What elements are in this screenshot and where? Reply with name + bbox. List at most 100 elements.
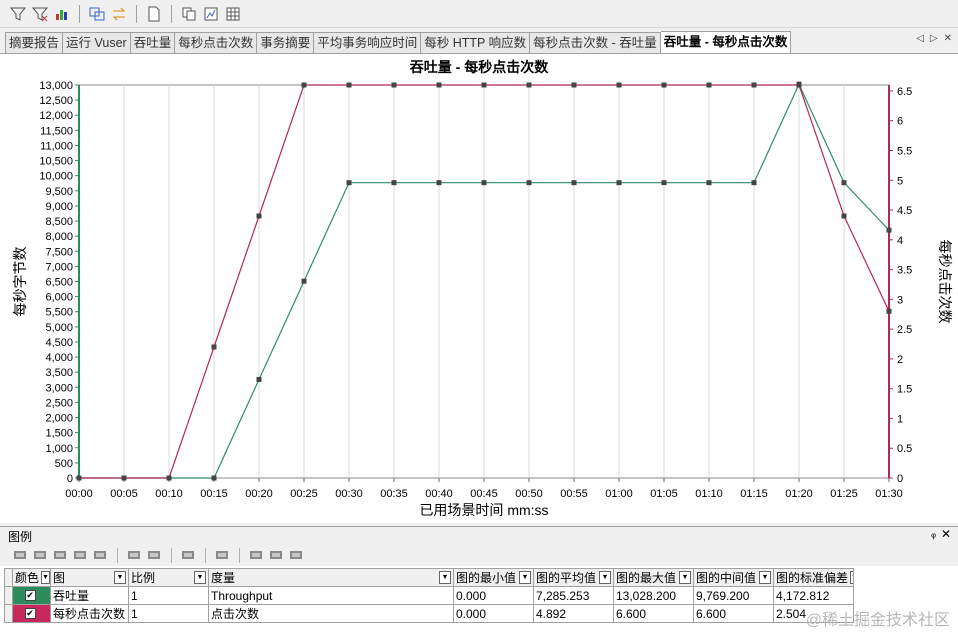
legend-toolbar-separator bbox=[117, 547, 118, 563]
legend-row[interactable]: ✔ 吞吐量 1 Throughput 0.000 7,285.253 13,028.200 9… bbox=[4, 586, 854, 605]
arrange-icon[interactable] bbox=[126, 548, 143, 562]
dropdown-icon[interactable]: ▼ bbox=[41, 571, 50, 584]
tab-6[interactable]: 每秒 HTTP 响应数 bbox=[421, 32, 531, 53]
data-point-1 bbox=[121, 475, 127, 481]
column-header[interactable]: 图的最小值 ▼ bbox=[453, 568, 534, 587]
filter-icon[interactable] bbox=[8, 4, 28, 24]
tab-0[interactable]: 摘要报告 bbox=[5, 32, 64, 53]
series-color-swatch[interactable]: ✔ bbox=[12, 586, 51, 605]
legend-header-row: 颜色 ▼ 图 ▼ 比例 ▼ 度量 ▼ 图的最小值 ▼ 图的平均值 ▼ 图的最大值 ▼ 图的中间值 ▼ 图的标准偏… bbox=[4, 568, 854, 587]
y-tick-label-right: 0 bbox=[897, 473, 903, 485]
tab-next-icon[interactable]: ▷ bbox=[930, 33, 938, 44]
y-tick-label-right: 2 bbox=[897, 354, 903, 366]
main-toolbar bbox=[0, 0, 958, 28]
arrange-icon-2[interactable] bbox=[146, 548, 163, 562]
x-tick-label: 00:30 bbox=[335, 488, 363, 500]
x-tick-label: 00:05 bbox=[110, 488, 138, 500]
dropdown-icon[interactable]: ▼ bbox=[114, 571, 126, 584]
tab-7[interactable]: 每秒点击次数 - 吞吐量 bbox=[530, 32, 661, 53]
dropdown-icon[interactable]: ▼ bbox=[850, 571, 853, 584]
show-icon[interactable] bbox=[32, 548, 49, 562]
row-selector[interactable] bbox=[4, 604, 13, 623]
merge-graphs-icon[interactable] bbox=[52, 4, 72, 24]
column-header[interactable]: 比例 ▼ bbox=[128, 568, 209, 587]
column-header[interactable]: 图的中间值 ▼ bbox=[693, 568, 774, 587]
format-icon[interactable] bbox=[248, 548, 265, 562]
legend-title: 图例 bbox=[8, 530, 33, 544]
y-tick-label-left: 11,000 bbox=[40, 140, 73, 152]
column-header[interactable]: 图的最大值 ▼ bbox=[613, 568, 694, 587]
dropdown-icon[interactable]: ▼ bbox=[439, 571, 451, 584]
data-point-0 bbox=[661, 180, 667, 186]
columns-icon[interactable] bbox=[214, 548, 231, 562]
grid-icon[interactable] bbox=[223, 4, 243, 24]
visibility-checkbox[interactable]: ✔ bbox=[24, 608, 36, 619]
tab-prev-icon[interactable]: ◁ bbox=[916, 33, 924, 44]
legend-cell-measure: Throughput bbox=[208, 586, 454, 605]
column-header[interactable]: 图 ▼ bbox=[50, 568, 129, 587]
data-point-0 bbox=[436, 180, 442, 186]
legend-grid: 颜色 ▼ 图 ▼ 比例 ▼ 度量 ▼ 图的最小值 ▼ 图的平均值 ▼ 图的最大值 ▼ 图的中间值 ▼ 图的标准偏… bbox=[0, 566, 958, 633]
x-tick-label: 00:20 bbox=[245, 488, 273, 500]
data-point-1 bbox=[751, 82, 757, 88]
x-tick-label: 00:00 bbox=[65, 488, 93, 500]
y-tick-label-left: 8,500 bbox=[45, 216, 73, 228]
y-tick-label-left: 13,000 bbox=[39, 80, 73, 92]
link-icon[interactable] bbox=[72, 548, 89, 562]
y-tick-label-left: 9,000 bbox=[45, 201, 73, 213]
row-selector[interactable] bbox=[4, 586, 13, 605]
tab-5[interactable]: 平均事务响应时间 bbox=[314, 32, 422, 53]
copy-icon[interactable] bbox=[179, 4, 199, 24]
tab-1[interactable]: 运行 Vuser bbox=[63, 32, 131, 53]
x-tick-label: 00:55 bbox=[560, 488, 588, 500]
close-icon[interactable]: ✕ bbox=[941, 527, 951, 541]
config-icon[interactable] bbox=[12, 548, 29, 562]
pin-icon[interactable]: ᵩ bbox=[931, 528, 936, 540]
export-icon[interactable] bbox=[201, 4, 221, 24]
y-tick-label-right: 5 bbox=[897, 175, 903, 187]
y-tick-label-left: 2,500 bbox=[45, 397, 73, 409]
visibility-checkbox[interactable]: ✔ bbox=[24, 590, 36, 601]
format-icon-3[interactable] bbox=[288, 548, 305, 562]
x-tick-label: 00:35 bbox=[380, 488, 408, 500]
page-icon[interactable] bbox=[144, 4, 164, 24]
format-icon-2[interactable] bbox=[268, 548, 285, 562]
compare-icon[interactable] bbox=[87, 4, 107, 24]
tab-3[interactable]: 每秒点击次数 bbox=[175, 32, 258, 53]
data-point-1 bbox=[211, 344, 217, 350]
y-tick-label-right: 1.5 bbox=[897, 384, 912, 396]
throughput-hits-chart[interactable]: 吞吐量 - 每秒点击次数 0 500 1,000 1,500 2,000 2,500 3,00… bbox=[0, 54, 958, 524]
y-tick-label-right: 4.5 bbox=[897, 205, 912, 217]
swap-icon[interactable] bbox=[109, 4, 129, 24]
filter-clear-icon[interactable] bbox=[30, 4, 50, 24]
y-tick-label-left: 10,000 bbox=[39, 171, 73, 183]
tab-close-icon[interactable]: ✕ bbox=[944, 33, 952, 44]
dropdown-icon[interactable]: ▼ bbox=[194, 571, 206, 584]
data-point-1 bbox=[706, 82, 712, 88]
hide-icon[interactable] bbox=[52, 548, 69, 562]
sort-icon[interactable] bbox=[180, 548, 197, 562]
y-tick-label-left: 5,500 bbox=[45, 307, 73, 319]
dropdown-icon[interactable]: ▼ bbox=[679, 571, 691, 584]
tab-8[interactable]: 吞吐量 - 每秒点击次数 bbox=[660, 31, 792, 53]
y-tick-label-right: 3.5 bbox=[897, 265, 912, 277]
filter-icon[interactable] bbox=[92, 548, 109, 562]
dropdown-icon[interactable]: ▼ bbox=[759, 571, 771, 584]
data-point-1 bbox=[526, 82, 532, 88]
series-color-swatch[interactable]: ✔ bbox=[12, 604, 51, 623]
data-point-0 bbox=[211, 475, 217, 481]
legend-row[interactable]: ✔ 每秒点击次数 1 点击次数 0.000 4.892 6.600 6.600 2.504 bbox=[4, 604, 854, 623]
x-tick-label: 00:45 bbox=[470, 488, 498, 500]
y-tick-label-left: 3,000 bbox=[45, 382, 73, 394]
column-header[interactable]: 图的标准偏差▼ bbox=[773, 568, 854, 587]
column-header-label: 图的平均值 bbox=[536, 571, 597, 585]
column-header[interactable]: 颜色 ▼ bbox=[12, 568, 51, 587]
dropdown-icon[interactable]: ▼ bbox=[519, 571, 531, 584]
column-header[interactable]: 度量 ▼ bbox=[208, 568, 454, 587]
tab-2[interactable]: 吞吐量 bbox=[130, 32, 176, 53]
legend-toolbar-separator bbox=[205, 547, 206, 563]
column-header[interactable]: 图的平均值 ▼ bbox=[533, 568, 614, 587]
tab-4[interactable]: 事务摘要 bbox=[257, 32, 315, 53]
column-header-label: 图的最大值 bbox=[616, 571, 677, 585]
dropdown-icon[interactable]: ▼ bbox=[599, 571, 611, 584]
